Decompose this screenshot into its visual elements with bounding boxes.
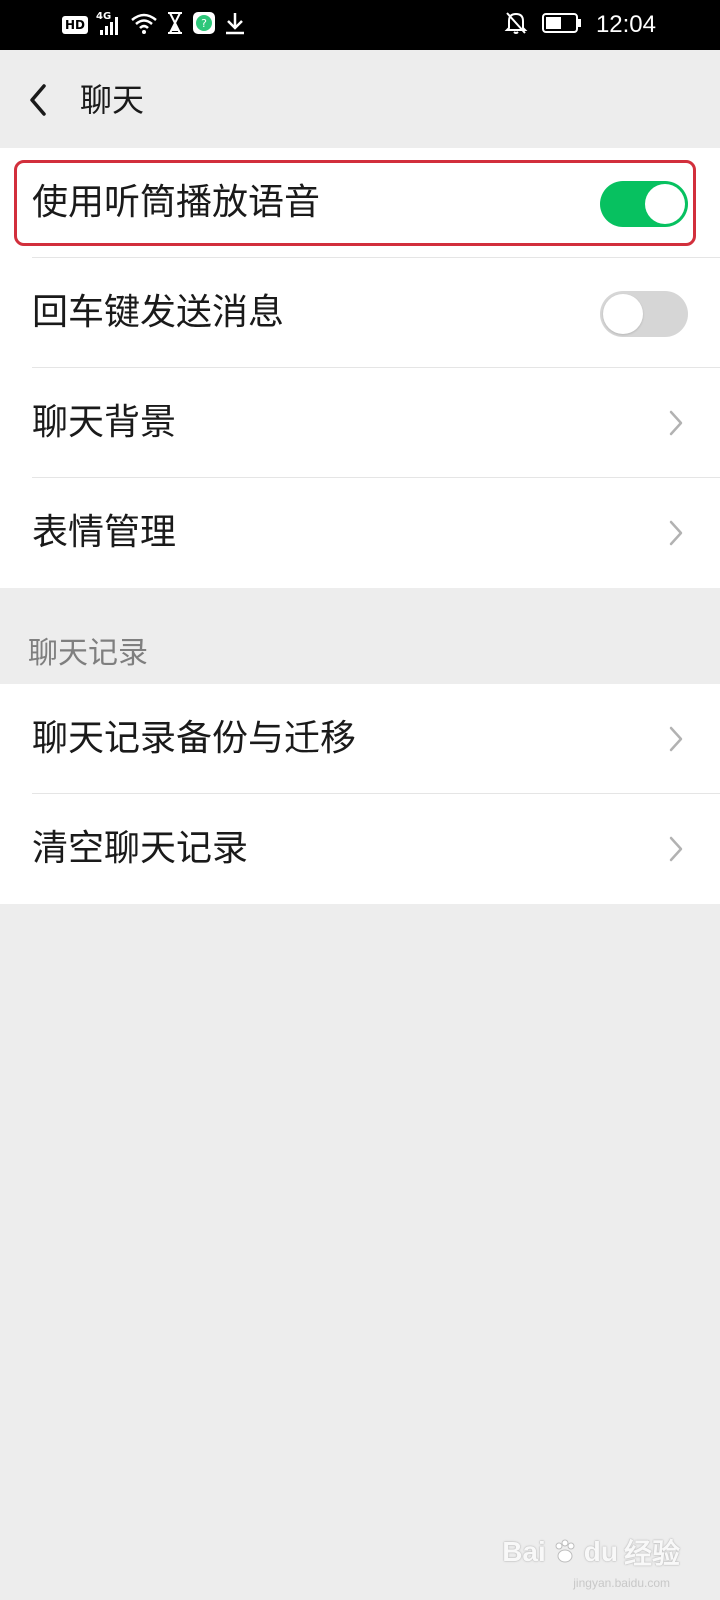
wifi-icon [130, 11, 158, 39]
setting-label: 聊天背景 [32, 402, 177, 443]
page-title: 聊天 [80, 81, 145, 119]
signal-icon: 4G [96, 11, 122, 37]
setting-label: 使用听筒播放语音 [32, 182, 321, 223]
paw-icon [552, 1539, 578, 1565]
watermark-text-du: du [583, 1536, 618, 1567]
clock-time: 12:04 [595, 11, 656, 38]
watermark-suffix: 经验 [623, 1538, 680, 1569]
bell-muted-icon [504, 10, 528, 40]
chat-settings-section: 使用听筒播放语音 回车键发送消息 聊天背景 表情管理 [0, 148, 720, 588]
setting-label: 聊天记录备份与迁移 [32, 718, 357, 759]
chevron-right-icon [668, 519, 684, 547]
status-icons-left: HD 4G ? [62, 11, 246, 39]
earpiece-playback-toggle[interactable] [600, 181, 688, 227]
back-arrow-icon[interactable] [24, 80, 54, 120]
enter-to-send-toggle[interactable] [600, 291, 688, 337]
toggle-knob [645, 184, 685, 224]
setting-row-clear-history[interactable]: 清空聊天记录 [0, 794, 720, 904]
chevron-right-icon [668, 835, 684, 863]
setting-label: 表情管理 [32, 512, 177, 553]
hourglass-icon [166, 11, 184, 39]
chevron-right-icon [668, 409, 684, 437]
setting-row-enter-to-send[interactable]: 回车键发送消息 [0, 258, 720, 368]
top-nav-bar: 聊天 [0, 50, 720, 146]
setting-row-chat-background[interactable]: 聊天背景 [0, 368, 720, 478]
toggle-knob [603, 294, 643, 334]
watermark-text-bai: Bai [502, 1536, 546, 1567]
hd-badge: HD [62, 16, 89, 34]
setting-row-backup-migrate[interactable]: 聊天记录备份与迁移 [0, 684, 720, 794]
setting-label: 回车键发送消息 [32, 292, 285, 333]
setting-row-earpiece-playback[interactable]: 使用听筒播放语音 [0, 148, 720, 258]
section-header-chat-history: 聊天记录 [28, 636, 148, 671]
setting-label: 清空聊天记录 [32, 828, 249, 869]
download-icon [224, 11, 246, 39]
chat-history-section: 聊天记录备份与迁移 清空聊天记录 [0, 684, 720, 904]
status-bar: HD 4G ? 12:04 [0, 0, 720, 50]
app-notification-icon: ? [192, 11, 216, 39]
chevron-right-icon [668, 725, 684, 753]
battery-icon [541, 12, 582, 38]
baidu-jingyan-watermark: Bai du 经验 [502, 1532, 680, 1572]
status-icons-right: 12:04 [504, 10, 656, 40]
setting-row-sticker-management[interactable]: 表情管理 [0, 478, 720, 588]
svg-text:?: ? [201, 17, 207, 30]
watermark-url: jingyan.baidu.com [573, 1576, 670, 1590]
